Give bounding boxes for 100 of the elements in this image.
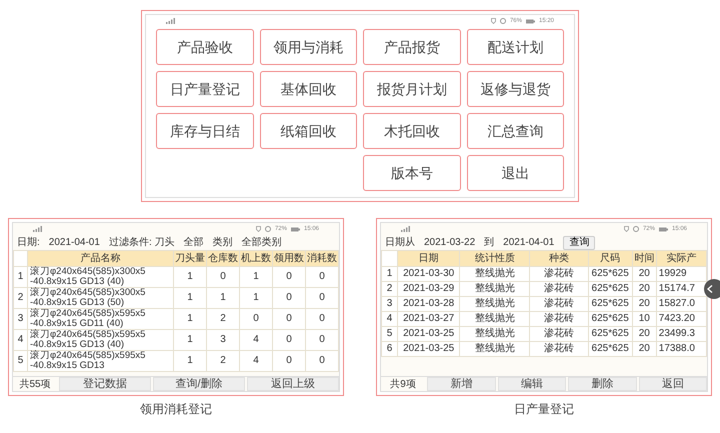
battery-icon <box>658 226 668 232</box>
table-cell: 2 <box>206 350 240 372</box>
table-cell: 滚刀φ240x645(585)x595x5 -40.8x9x15 GD13 <box>28 350 174 372</box>
table-cell: 2021-03-29 <box>398 282 460 296</box>
menu-button[interactable]: 返修与退货 <box>466 71 564 107</box>
table-cell: 0 <box>306 330 338 350</box>
shield-icon <box>490 18 496 24</box>
table-cell: 1 <box>174 350 206 372</box>
table-cell: 整线抛光 <box>460 326 530 342</box>
menu-button[interactable]: 汇总查询 <box>466 113 564 149</box>
table-cell: 整线抛光 <box>460 342 530 356</box>
row-number: 4 <box>382 312 398 326</box>
table-cell: 19929 <box>656 266 706 282</box>
row-number: 5 <box>382 326 398 342</box>
query-button[interactable]: 查询 <box>563 236 596 250</box>
table-cell: 整线抛光 <box>460 296 530 312</box>
table-cell: 4 <box>240 330 272 350</box>
table-cell: 0 <box>272 350 306 372</box>
signal-icon <box>401 226 410 232</box>
shield-icon <box>624 226 629 232</box>
table-cell: 1 <box>174 330 206 350</box>
table-cell: 2021-03-25 <box>398 342 460 356</box>
column-header: 日期 <box>398 250 460 266</box>
table-cell: 23499.3 <box>656 326 706 342</box>
circle-icon <box>632 226 639 232</box>
caption: 领用消耗登记 <box>139 401 213 418</box>
footer-button[interactable]: 返回上级 <box>247 377 339 391</box>
table-cell: 渗花砖 <box>530 326 588 342</box>
battery-icon <box>526 18 535 24</box>
table-cell: 2021-03-28 <box>398 296 460 312</box>
table-cell: 2 <box>206 308 240 330</box>
table-cell: 渗花砖 <box>530 312 588 326</box>
column-header: 时间 <box>632 250 656 266</box>
table-cell: 1 <box>174 266 206 288</box>
table-cell: 625*625 <box>588 282 632 296</box>
row-number: 6 <box>382 342 398 356</box>
menu-button[interactable]: 木托回收 <box>363 113 460 149</box>
menu-button[interactable]: 纸箱回收 <box>260 113 357 149</box>
table-cell: 渗花砖 <box>530 266 588 282</box>
circle-icon <box>264 226 271 232</box>
footer-button[interactable]: 查询/删除 <box>153 377 245 391</box>
table-cell: 625*625 <box>588 326 632 342</box>
signal-icon <box>166 18 175 24</box>
menu-button[interactable]: 退出 <box>466 155 564 191</box>
footer-button[interactable]: 返回 <box>638 377 707 391</box>
table-cell: 0 <box>272 288 306 308</box>
table-cell: 渗花砖 <box>530 282 588 296</box>
column-header: 刀头量 <box>174 250 206 266</box>
collapse-handle[interactable] <box>704 279 720 299</box>
filter-label: 到 <box>484 236 494 250</box>
menu-button[interactable]: 库存与日结 <box>156 113 254 149</box>
column-header: 机上数 <box>240 250 272 266</box>
menu-button[interactable]: 配送计划 <box>466 29 564 65</box>
table-cell: 1 <box>240 288 272 308</box>
menu-button[interactable]: 产品验收 <box>156 29 254 65</box>
table-cell: 4 <box>240 350 272 372</box>
column-header: 种类 <box>530 250 588 266</box>
table-cell: 3 <box>206 330 240 350</box>
table-cell: 1 <box>174 288 206 308</box>
footer-button[interactable]: 删除 <box>568 377 636 391</box>
table-cell: 625*625 <box>588 312 632 326</box>
menu-button[interactable]: 版本号 <box>363 155 460 191</box>
column-header: 统计性质 <box>460 250 530 266</box>
footer-button[interactable]: 登记数据 <box>59 377 151 391</box>
table-cell: 整线抛光 <box>460 266 530 282</box>
table-cell: 0 <box>306 288 338 308</box>
table-cell: 0 <box>272 308 306 330</box>
circle-icon <box>500 18 506 24</box>
footer-button[interactable]: 编辑 <box>498 377 566 391</box>
table-cell: 滚刀φ240x645(585)x300x5 -40.8x9x15 GD13 (50) <box>28 288 174 308</box>
column-header: 仓库数 <box>206 250 240 266</box>
table-cell: 0 <box>272 330 306 350</box>
table-cell: 0 <box>240 308 272 330</box>
signal-icon <box>33 226 42 232</box>
table-cell: 625*625 <box>588 266 632 282</box>
table-cell: 渗花砖 <box>530 296 588 312</box>
row-number: 5 <box>14 350 28 372</box>
shield-icon <box>256 226 261 232</box>
menu-button[interactable]: 领用与消耗 <box>260 29 357 65</box>
filter-label: 日期从 <box>385 236 415 250</box>
table-cell: 1 <box>206 288 240 308</box>
caption: 日产量登记 <box>513 401 575 418</box>
table-cell: 滚刀φ240x645(585)x595x5 -40.8x9x15 GD13 (40) <box>28 330 174 350</box>
row-number: 2 <box>14 288 28 308</box>
menu-button[interactable]: 产品报货 <box>363 29 460 65</box>
menu-button[interactable]: 日产量登记 <box>156 71 254 107</box>
column-header: 领用数 <box>272 250 306 266</box>
column-header: 产品名称 <box>28 250 174 266</box>
table-cell: 1 <box>174 308 206 330</box>
row-number: 1 <box>14 266 28 288</box>
filter-label: 类别 <box>212 236 232 250</box>
table-cell: 2021-03-27 <box>398 312 460 326</box>
menu-button[interactable]: 报货月计划 <box>363 71 460 107</box>
footer-button[interactable]: 新增 <box>427 377 496 391</box>
filter-label: 日期: <box>17 236 40 250</box>
menu-button[interactable]: 基体回收 <box>260 71 357 107</box>
table-cell: 625*625 <box>588 342 632 356</box>
item-count: 共55项 <box>18 378 52 391</box>
table-cell: 15827.0 <box>656 296 706 312</box>
table-cell: 2021-03-25 <box>398 326 460 342</box>
